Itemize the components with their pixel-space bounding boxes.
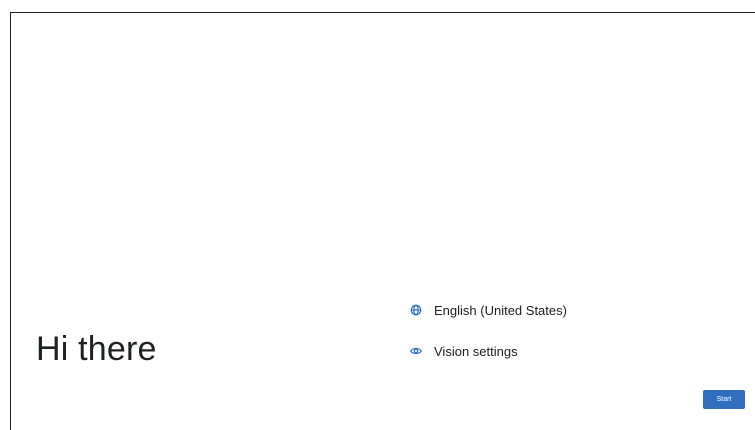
globe-icon [409, 303, 423, 317]
language-label: English (United States) [434, 302, 567, 318]
eye-icon [409, 344, 423, 358]
start-button[interactable]: Start [703, 390, 745, 409]
vision-settings-button[interactable]: Vision settings [409, 339, 518, 363]
greeting-title: Hi there [36, 330, 157, 368]
welcome-screen: Hi there English (United States) Vision … [10, 12, 755, 430]
vision-settings-label: Vision settings [434, 343, 518, 359]
language-selector[interactable]: English (United States) [409, 298, 567, 322]
